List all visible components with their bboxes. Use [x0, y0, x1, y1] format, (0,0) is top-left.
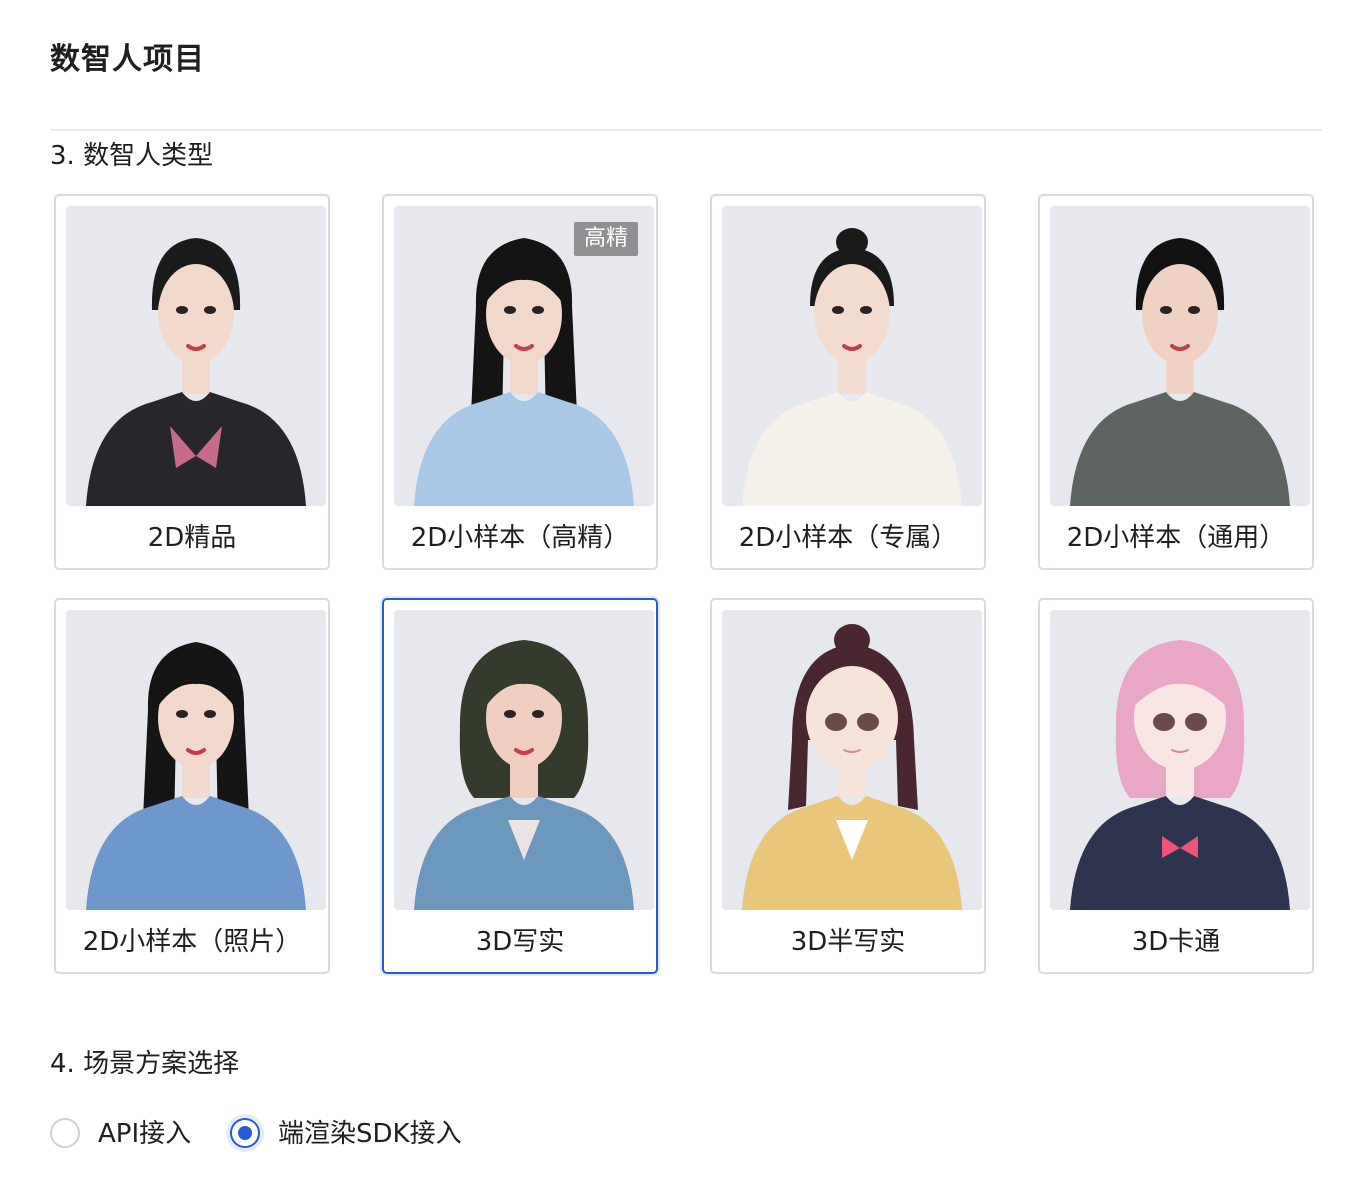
card-2d-small-sample-hd[interactable]: 高精 2D小样本（高精）	[382, 194, 658, 570]
card-2d-small-sample-photo[interactable]: 2D小样本（照片）	[54, 598, 330, 974]
avatar-portrait-image: 高精	[394, 206, 654, 506]
radio-circle	[50, 1118, 80, 1148]
radio-label: API接入	[98, 1119, 192, 1149]
avatar-portrait-image	[1050, 610, 1310, 910]
avatar-portrait-image	[722, 206, 982, 506]
card-3d-realistic[interactable]: 3D写实	[382, 598, 658, 974]
avatar-portrait-image	[722, 610, 982, 910]
card-label: 3D半写实	[790, 927, 906, 957]
card-3d-semi-realistic[interactable]: 3D半写实	[710, 598, 986, 974]
page-title: 数智人项目	[50, 42, 205, 77]
card-label: 2D小样本（照片）	[82, 927, 302, 957]
card-label: 2D小样本（高精）	[410, 523, 630, 553]
card-label: 2D小样本（通用）	[1066, 523, 1286, 553]
page: 数智人项目 3. 数智人类型 2D精品 高精 2D小样本（高精） 2D小样本（专…	[0, 0, 1354, 1194]
section-title-digital-human-type: 3. 数智人类型	[50, 141, 214, 171]
card-label: 3D卡通	[1131, 927, 1221, 957]
card-label: 2D精品	[147, 523, 237, 553]
avatar-portrait-image	[394, 610, 654, 910]
card-3d-cartoon[interactable]: 3D卡通	[1038, 598, 1314, 974]
radio-api-access[interactable]: API接入	[50, 1114, 210, 1154]
hd-badge: 高精	[573, 222, 638, 256]
card-label: 2D小样本（专属）	[738, 523, 958, 553]
section-title-scene-plan: 4. 场景方案选择	[50, 1049, 240, 1079]
radio-sdk-access[interactable]: 端渲染SDK接入	[230, 1114, 490, 1154]
avatar-portrait-image	[1050, 206, 1310, 506]
radio-circle	[230, 1118, 260, 1148]
avatar-portrait-image	[66, 610, 326, 910]
card-2d-premium[interactable]: 2D精品	[54, 194, 330, 570]
radio-label: 端渲染SDK接入	[278, 1119, 462, 1149]
card-2d-small-sample-exclusive[interactable]: 2D小样本（专属）	[710, 194, 986, 570]
avatar-portrait-image	[66, 206, 326, 506]
card-2d-small-sample-general[interactable]: 2D小样本（通用）	[1038, 194, 1314, 570]
card-label: 3D写实	[475, 927, 565, 957]
divider	[50, 129, 1322, 131]
